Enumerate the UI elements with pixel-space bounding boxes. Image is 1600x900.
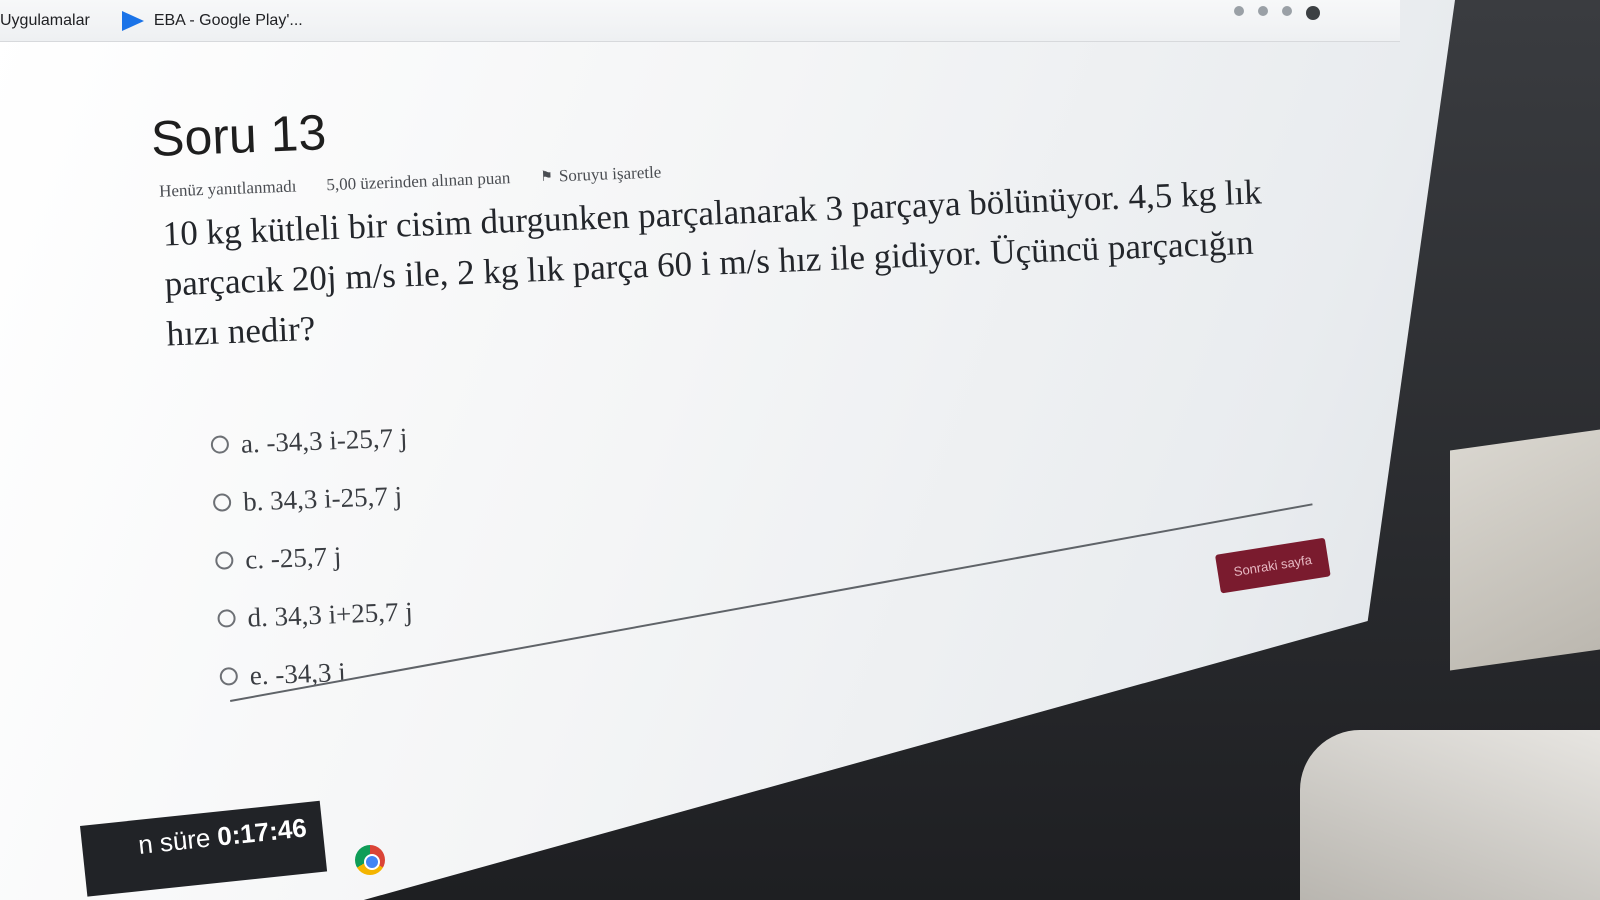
radio-button[interactable] — [212, 493, 232, 512]
timer-label: n süre — [136, 821, 219, 860]
radio-button[interactable] — [219, 667, 239, 686]
extension-icon[interactable] — [1258, 6, 1268, 16]
question-status: Henüz yanıtlanmadı — [158, 176, 297, 201]
chrome-icon[interactable] — [355, 845, 385, 875]
flag-question-link[interactable]: ⚑ Soruyu işaretle — [540, 162, 662, 187]
answer-label: d. 34,3 i+25,7 j — [246, 595, 414, 633]
bookmarks-bar: Uygulamalar EBA - Google Play'... — [0, 0, 1400, 42]
bookmark-eba-label: EBA - Google Play'... — [153, 11, 303, 29]
extension-icons — [1234, 6, 1320, 20]
flag-icon: ⚑ — [540, 169, 554, 185]
bookmark-apps[interactable]: Uygulamalar — [0, 12, 90, 30]
answer-label: c. -25,7 j — [244, 540, 342, 575]
desk-paper — [1450, 429, 1600, 671]
keyboard — [1300, 730, 1600, 900]
radio-button[interactable] — [217, 609, 236, 628]
flag-question-label: Soruyu işaretle — [558, 162, 662, 186]
question-content: Soru 13 Henüz yanıtlanmadı 5,00 üzerinde… — [150, 65, 1352, 708]
timer-value: 0:17:46 — [215, 812, 309, 852]
answer-list: a. -34,3 i-25,7 j b. 34,3 i-25,7 j c. -2… — [210, 372, 1352, 705]
answer-label: a. -34,3 i-25,7 j — [240, 421, 408, 459]
extension-icon[interactable] — [1234, 6, 1244, 16]
answer-label: b. 34,3 i-25,7 j — [242, 480, 403, 517]
answer-label: e. -34,3 i — [249, 656, 347, 691]
question-points: 5,00 üzerinden alınan puan — [326, 168, 511, 195]
bookmark-apps-label: Uygulamalar — [0, 11, 90, 29]
extension-icon[interactable] — [1282, 6, 1292, 16]
bookmark-eba-google-play[interactable]: EBA - Google Play'... — [116, 10, 303, 31]
radio-button[interactable] — [210, 435, 230, 454]
taskbar — [355, 845, 385, 875]
radio-button[interactable] — [215, 551, 234, 570]
google-play-icon — [121, 10, 144, 31]
profile-icon[interactable] — [1306, 6, 1320, 20]
